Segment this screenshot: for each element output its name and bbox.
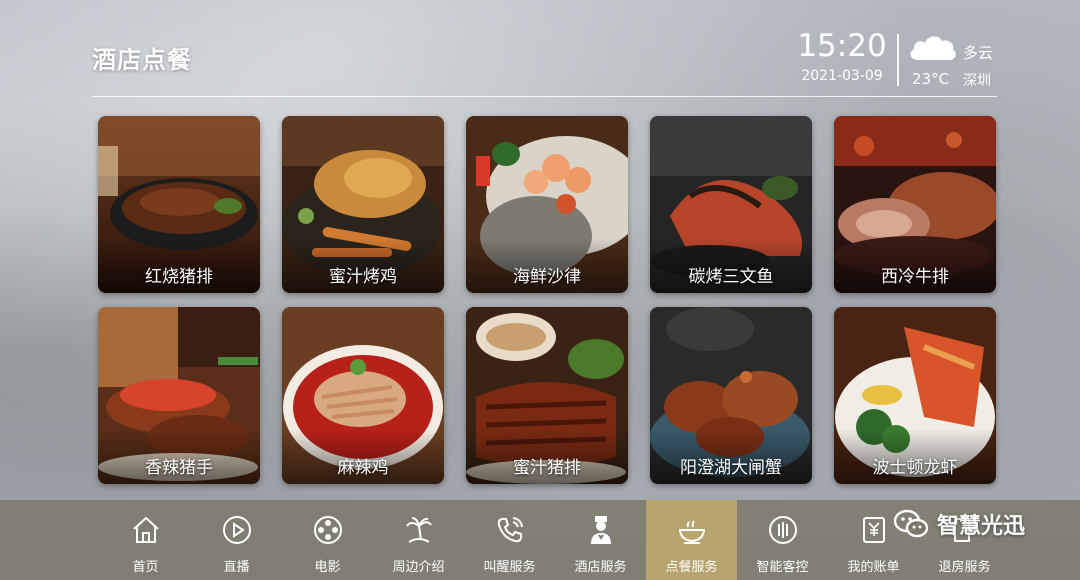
nav-label: 我的账单 (847, 560, 900, 575)
nav-label: 退房服务 (938, 560, 991, 575)
menu-item-name: 蜜汁猪排 (513, 458, 581, 478)
nav-label: 点餐服务 (665, 560, 718, 575)
clock-time: 15:20 (797, 28, 887, 64)
menu-item-card[interactable]: 蜜汁猪排 (466, 307, 628, 484)
nav-item-live[interactable]: 直播 (191, 500, 282, 580)
temperature: 23°C (912, 70, 950, 88)
smart-control-icon (768, 516, 797, 544)
menu-item-card[interactable]: 西冷牛排 (834, 116, 996, 293)
nav-label: 叫醒服务 (483, 560, 536, 575)
menu-item-name: 阳澄湖大闸蟹 (680, 458, 782, 478)
food-bowl-icon (678, 520, 705, 544)
nav-item-wakeup[interactable]: 叫醒服务 (464, 500, 555, 580)
nav-label: 周边介绍 (392, 560, 445, 575)
menu-item-name: 香辣猪手 (145, 458, 213, 478)
menu-item-card[interactable]: 蜜汁烤鸡 (282, 116, 444, 293)
menu-item-name: 海鲜沙律 (513, 267, 581, 287)
film-reel-icon (313, 516, 342, 544)
weather-condition: 多云 (963, 44, 994, 62)
menu-item-name: 红烧猪排 (145, 267, 213, 287)
menu-item-card[interactable]: 海鲜沙律 (466, 116, 628, 293)
menu-item-name: 麻辣鸡 (337, 458, 389, 478)
menu-item-name: 西冷牛排 (881, 267, 949, 287)
menu-item-card[interactable]: 阳澄湖大闸蟹 (650, 307, 812, 484)
watermark-text: 智慧光迅 (937, 514, 1026, 539)
nav-item-hotel-service[interactable]: 酒店服务 (555, 500, 646, 580)
menu-item-name: 波士顿龙虾 (872, 458, 958, 478)
nav-item-home[interactable]: 首页 (100, 500, 191, 580)
nav-label: 首页 (132, 560, 159, 575)
clock: 15:20 2021-03-09 (797, 28, 887, 84)
menu-item-card[interactable]: 香辣猪手 (98, 307, 260, 484)
cloud-icon (910, 36, 956, 60)
menu-item-card[interactable]: 麻辣鸡 (282, 307, 444, 484)
header-divider (897, 34, 899, 86)
city: 深圳 (963, 73, 991, 89)
menu-item-card[interactable]: 波士顿龙虾 (834, 307, 996, 484)
waiter-icon (590, 516, 611, 544)
nav-item-smart-control[interactable]: 智能客控 (737, 500, 828, 580)
nav-item-dining[interactable]: 点餐服务 (646, 500, 737, 580)
nav-label: 酒店服务 (574, 560, 627, 575)
phone-call-icon (497, 517, 523, 543)
wechat-icon (893, 509, 929, 538)
home-icon (132, 516, 159, 543)
nav-items: 首页 直播 电影 周边介绍 叫醒服务 酒店服务 点餐服务 智能客控 我的账单 退… (100, 500, 1010, 580)
nav-item-movies[interactable]: 电影 (282, 500, 373, 580)
menu-item-name: 蜜汁烤鸡 (329, 267, 397, 287)
page-title: 酒店点餐 (92, 46, 192, 74)
bill-icon (862, 517, 885, 543)
palm-tree-icon (405, 517, 432, 543)
menu-item-name: 碳烤三文鱼 (688, 267, 774, 287)
nav-label: 电影 (314, 560, 341, 575)
header-divider-line (92, 96, 997, 97)
menu-item-card[interactable]: 红烧猪排 (98, 116, 260, 293)
nav-item-nearby[interactable]: 周边介绍 (373, 500, 464, 580)
watermark: 智慧光迅 (893, 508, 1025, 540)
play-icon (222, 516, 251, 544)
clock-date: 2021-03-09 (801, 68, 883, 84)
nav-label: 直播 (223, 560, 250, 575)
nav-label: 智能客控 (756, 560, 809, 575)
menu-grid: 红烧猪排 蜜汁烤鸡 海鲜沙律 碳烤三文鱼 西冷牛排 香辣猪手 麻辣鸡 蜜汁猪排 … (98, 116, 996, 484)
menu-item-card[interactable]: 碳烤三文鱼 (650, 116, 812, 293)
